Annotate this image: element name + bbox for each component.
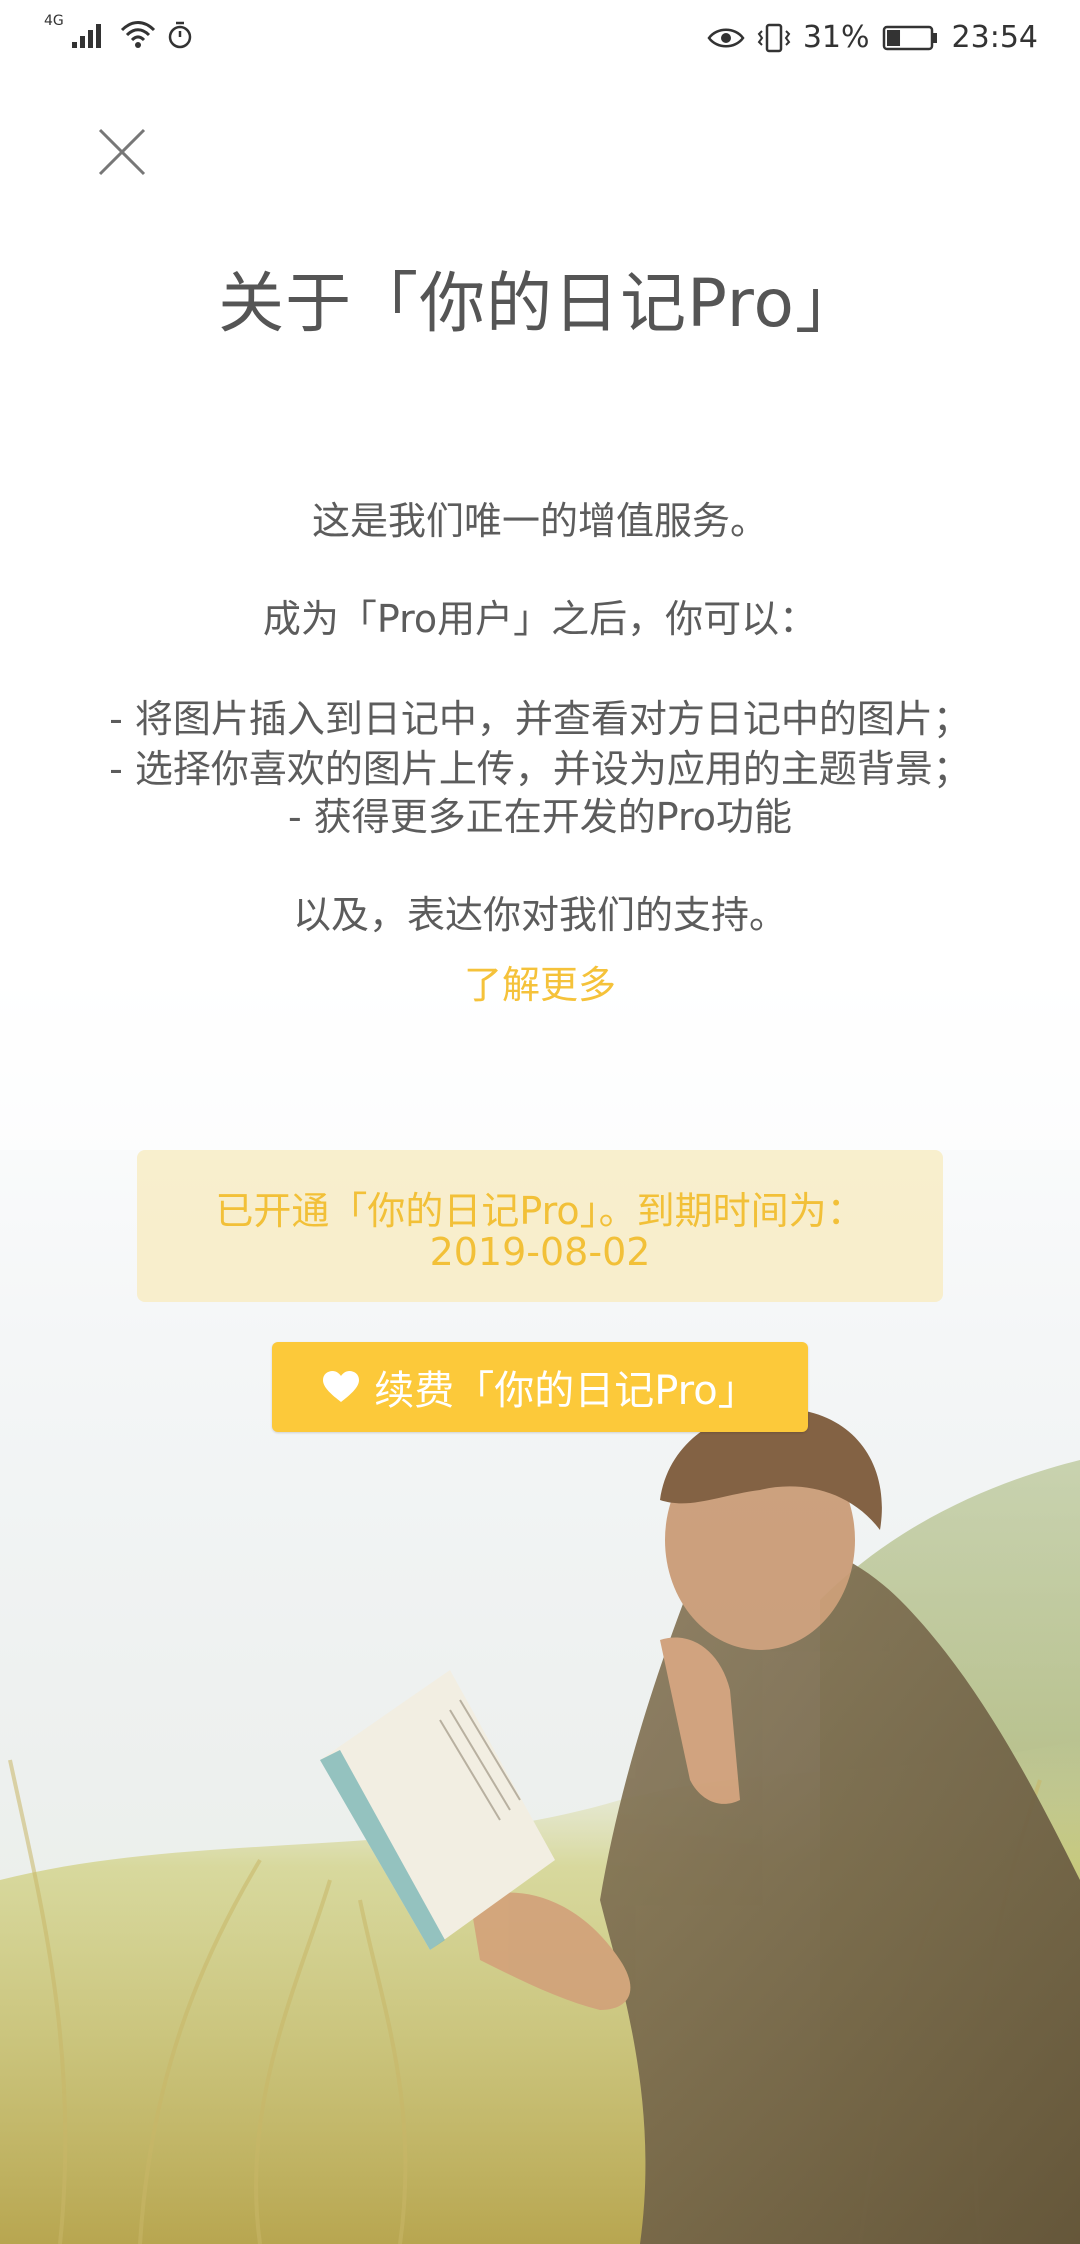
subscription-status-text: 已开通「你的日记Pro」。到期时间为： xyxy=(215,1189,865,1233)
heart-icon xyxy=(323,1371,360,1402)
eye-comfort-icon xyxy=(707,28,745,47)
subscription-status-card: 已开通「你的日记Pro」。到期时间为： 2019-08-02 xyxy=(137,1150,943,1302)
renew-button-label: 续费「你的日记Pro」 xyxy=(374,1368,758,1414)
status-right: 31% 23:54 xyxy=(707,20,1038,55)
intro-text: 这是我们唯一的增值服务。 xyxy=(311,499,768,543)
status-bar: 4G 31% 23:54 xyxy=(0,0,1080,86)
expiry-date: 2019-08-02 xyxy=(429,1230,651,1274)
wifi-icon xyxy=(120,21,155,48)
vibrate-icon xyxy=(757,23,791,52)
close-button[interactable] xyxy=(92,122,152,182)
page-title: 关于「你的日记Pro」 xyxy=(218,265,862,342)
clock: 23:54 xyxy=(951,20,1038,55)
battery-percent: 31% xyxy=(802,20,870,55)
cellular-signal-icon xyxy=(71,24,101,48)
become-pro-text: 成为「Pro用户」之后，你可以： xyxy=(262,597,818,641)
status-left: 4G xyxy=(44,13,194,50)
renew-pro-button[interactable]: 续费「你的日记Pro」 xyxy=(272,1342,808,1432)
learn-more-link[interactable]: 了解更多 xyxy=(464,963,616,1007)
support-text: 以及，表达你对我们的支持。 xyxy=(292,893,787,937)
stopwatch-icon xyxy=(168,21,192,49)
feature-item: - 获得更多正在开发的Pro功能 xyxy=(287,795,793,839)
feature-item: - 将图片插入到日记中，并查看对方日记中的图片； xyxy=(109,697,971,741)
close-icon xyxy=(98,128,146,176)
network-type: 4G xyxy=(44,13,64,29)
feature-item: - 选择你喜欢的图片上传，并设为应用的主题背景； xyxy=(109,747,971,791)
battery-icon xyxy=(882,25,937,50)
